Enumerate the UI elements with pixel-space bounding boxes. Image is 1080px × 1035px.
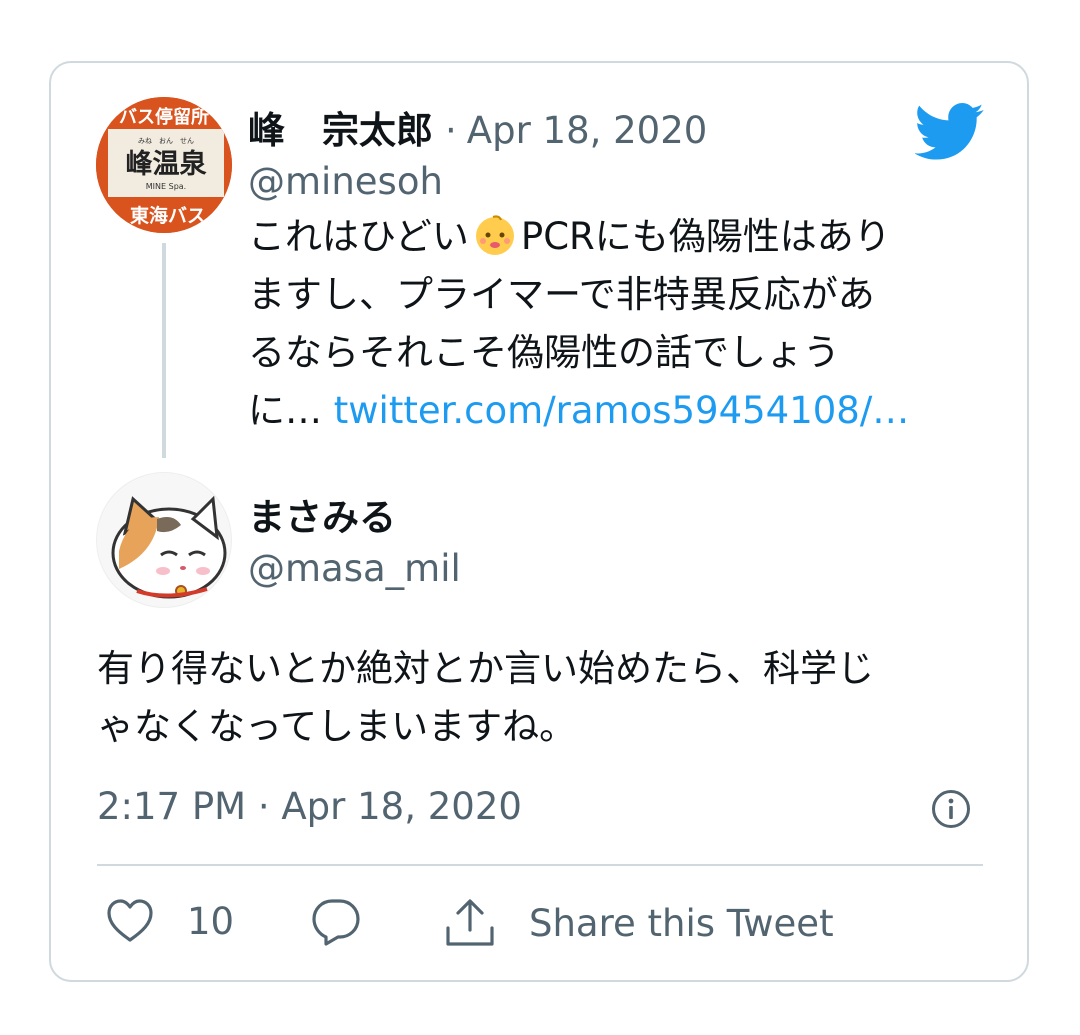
reply-author-avatar[interactable] (96, 472, 232, 608)
like-button[interactable]: 10 (105, 896, 234, 946)
quoted-text-line: に… twitter.com/ramos59454108/… (248, 382, 909, 440)
reply-author-name[interactable]: まさみる (248, 487, 396, 541)
action-divider (97, 864, 983, 866)
quoted-text-segment: PCRにも偽陽性はあり (520, 215, 891, 258)
reply-text-line: 有り得ないとか絶対とか言い始めたら、科学じ (97, 647, 874, 690)
quoted-text-segment: に… (248, 389, 334, 432)
quoted-tweet-header: 峰 宗太郎 · Apr 18, 2020 (248, 100, 707, 154)
sign-main-text: 峰温泉 (126, 148, 208, 180)
quoted-text-line: これはひどい PCRにも偽陽性はあり (248, 208, 909, 266)
heart-icon (105, 896, 155, 946)
sign-top-text: バス停留所 (119, 106, 209, 128)
quoted-text-line: ますし、プライマーで非特異反応があ (248, 273, 875, 316)
reply-icon (310, 896, 362, 948)
reply-tweet-text: 有り得ないとか絶対とか言い始めたら、科学じ ゃなくなってしまいますね。 (97, 640, 874, 756)
header-separator: · (445, 109, 457, 152)
quoted-author-avatar[interactable]: バス停留所 みね おん せん 峰温泉 MINE Spa. 東海バス (96, 97, 232, 233)
quoted-author-handle[interactable]: @minesoh (248, 160, 443, 203)
share-icon (443, 896, 497, 950)
share-tweet-button[interactable]: Share this Tweet (443, 896, 834, 950)
sign-sub-text: MINE Spa. (146, 182, 186, 191)
quoted-text-segment: これはひどい (248, 215, 469, 258)
reply-text-line: ゃなくなってしまいますね。 (97, 705, 577, 748)
reply-button[interactable] (310, 896, 362, 948)
twitter-bird-icon[interactable] (914, 103, 985, 161)
share-label: Share this Tweet (529, 901, 834, 945)
info-icon[interactable] (930, 788, 972, 830)
baby-face-emoji-icon (473, 213, 517, 257)
like-count: 10 (187, 899, 235, 943)
quoted-tweet-link[interactable]: twitter.com/ramos59454108/… (334, 389, 910, 432)
sign-furigana-text: みね おん せん (138, 137, 194, 145)
quoted-tweet-date[interactable]: Apr 18, 2020 (467, 109, 708, 152)
tweet-timestamp[interactable]: 2:17 PM · Apr 18, 2020 (97, 785, 522, 828)
thread-connector-line (162, 243, 166, 458)
bus-stop-sign-image: バス停留所 みね おん せん 峰温泉 MINE Spa. 東海バス (96, 97, 232, 233)
reply-author-handle[interactable]: @masa_mil (248, 547, 461, 590)
cat-avatar-image (111, 495, 227, 599)
sign-bottom-text: 東海バス (130, 204, 206, 227)
quoted-text-line: るならそれこそ偽陽性の話でしょう (248, 331, 840, 374)
quoted-author-name[interactable]: 峰 宗太郎 (248, 100, 433, 154)
quoted-tweet-text: これはひどい PCRにも偽陽性はあり ますし、プライマーで非特異反応があ るならそ… (248, 208, 909, 440)
